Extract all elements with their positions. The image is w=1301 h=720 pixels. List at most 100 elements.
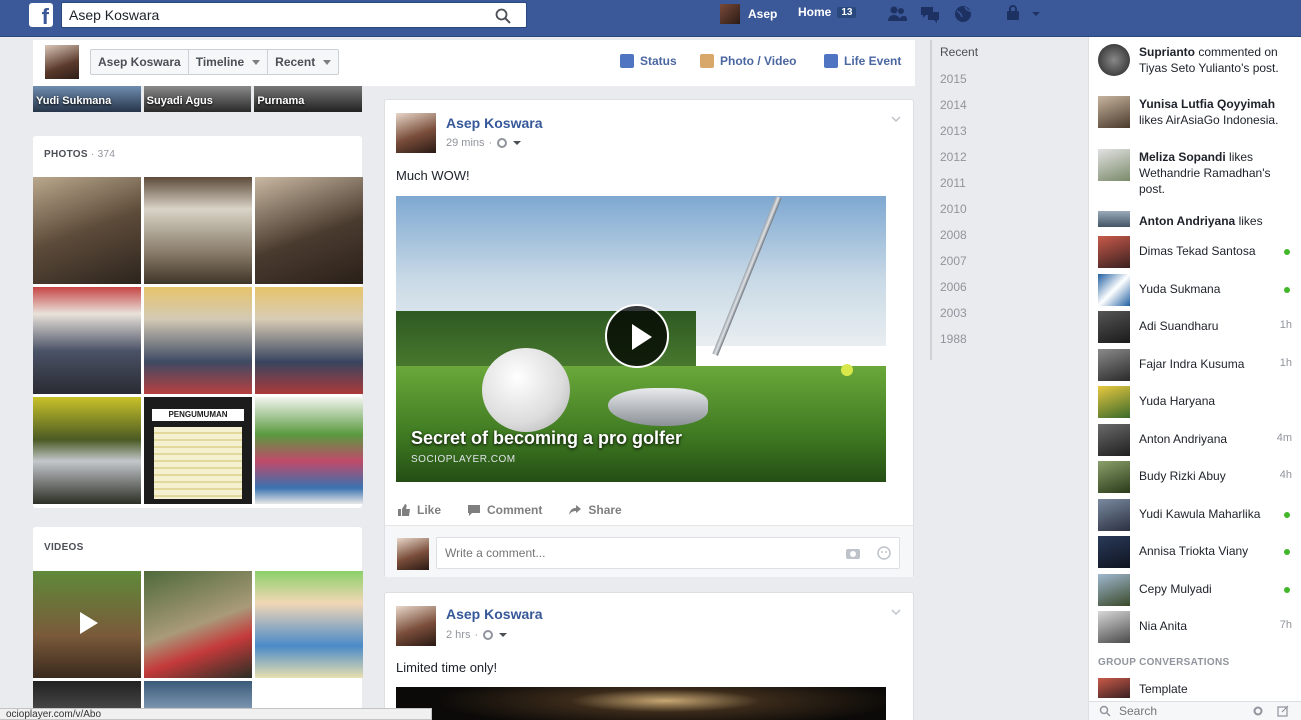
status-composer-button[interactable]: Status xyxy=(620,54,677,68)
post-author-name[interactable]: Asep Koswara xyxy=(446,115,542,131)
account-menu-chevron-icon[interactable] xyxy=(1030,5,1042,23)
camera-icon[interactable] xyxy=(845,546,861,560)
search-input[interactable] xyxy=(62,3,482,27)
chat-contact[interactable]: Budy Rizki Abuy 4h xyxy=(1089,459,1301,495)
profile-name-link[interactable]: Asep Koswara xyxy=(91,50,189,74)
chat-contact[interactable]: Dimas Tekad Santosa xyxy=(1089,234,1301,270)
photo-thumbnail[interactable] xyxy=(255,287,363,394)
friend-tile[interactable]: Purnama xyxy=(254,86,363,112)
chat-contact-name: Yuda Haryana xyxy=(1139,394,1216,408)
post-options-chevron-icon[interactable] xyxy=(891,607,901,617)
year-link[interactable]: 2008 xyxy=(940,228,967,242)
photo-thumbnail[interactable] xyxy=(33,397,141,504)
chat-contact[interactable]: Annisa Triokta Viany xyxy=(1089,534,1301,570)
post-timestamp[interactable]: 29 mins xyxy=(446,137,485,149)
video-title[interactable]: Secret of becoming a pro golfer xyxy=(411,428,682,449)
year-link[interactable]: 2012 xyxy=(940,150,967,164)
search-icon[interactable] xyxy=(494,7,512,25)
ticker-story[interactable]: Anton Andriyana likes xyxy=(1089,209,1301,229)
friend-tile[interactable]: Suyadi Agus xyxy=(143,86,252,112)
post-timestamp[interactable]: 2 hrs xyxy=(446,629,470,641)
videos-panel-title[interactable]: VIDEOS xyxy=(44,542,84,553)
chat-contact[interactable]: Yuda Sukmana xyxy=(1089,272,1301,308)
avatar xyxy=(1098,311,1130,343)
photo-thumbnail[interactable] xyxy=(255,177,363,284)
post-author-avatar[interactable] xyxy=(396,606,436,646)
avatar xyxy=(1098,236,1130,268)
play-button[interactable] xyxy=(605,304,669,368)
group-conversation-name: Template xyxy=(1139,682,1188,696)
online-status-dot xyxy=(1284,512,1290,518)
post-options-chevron-icon[interactable] xyxy=(891,114,901,124)
emoji-icon[interactable] xyxy=(877,546,891,560)
comment-input-box[interactable] xyxy=(436,537,900,569)
recent-dropdown[interactable]: Recent xyxy=(268,50,338,74)
life-event-composer-button[interactable]: Life Event xyxy=(824,54,901,68)
chevron-down-icon[interactable] xyxy=(498,630,508,640)
notifications-globe-icon[interactable] xyxy=(953,5,973,23)
chat-contact[interactable]: Adi Suandharu 1h xyxy=(1089,309,1301,345)
gear-icon[interactable] xyxy=(1252,705,1264,717)
year-link[interactable]: 1988 xyxy=(940,332,967,346)
home-nav-link[interactable]: Home 13 xyxy=(798,5,857,19)
photo-thumbnail[interactable] xyxy=(255,397,363,504)
privacy-gear-icon[interactable] xyxy=(496,137,508,149)
chevron-down-icon[interactable] xyxy=(512,138,522,148)
chat-contact[interactable]: Yuda Haryana xyxy=(1089,384,1301,420)
chat-search-bar xyxy=(1089,701,1301,720)
chat-contact[interactable]: Yudi Kawula Maharlika xyxy=(1089,497,1301,533)
year-link[interactable]: 2007 xyxy=(940,254,967,268)
post-text: Limited time only! xyxy=(396,660,498,675)
ticker-story[interactable]: Yunisa Lutfia Qoyyimah likes AirAsiaGo I… xyxy=(1089,92,1301,132)
photos-panel-title[interactable]: PHOTOS · 374 xyxy=(44,149,115,160)
video-thumbnail[interactable] xyxy=(33,571,141,678)
year-link[interactable]: 2014 xyxy=(940,98,967,112)
post-author-name[interactable]: Asep Koswara xyxy=(446,606,542,622)
year-link[interactable]: 2003 xyxy=(940,306,967,320)
comment-button[interactable]: Comment xyxy=(467,498,542,522)
profile-avatar[interactable] xyxy=(45,45,79,79)
year-link-recent[interactable]: Recent xyxy=(940,45,978,59)
post-image-fireworks[interactable] xyxy=(396,687,886,720)
photo-thumbnail[interactable] xyxy=(33,287,141,394)
photo-thumbnail[interactable] xyxy=(144,177,252,284)
photo-video-composer-button[interactable]: Photo / Video xyxy=(700,54,796,68)
chat-contact[interactable]: Fajar Indra Kusuma 1h xyxy=(1089,347,1301,383)
chat-contact[interactable]: Anton Andriyana 4m xyxy=(1089,422,1301,458)
friend-name: Yudi Sukmana xyxy=(36,95,112,107)
chat-contact[interactable]: Nia Anita 7h xyxy=(1089,609,1301,645)
ticker-story[interactable]: Suprianto commented on Tiyas Seto Yulian… xyxy=(1089,40,1301,80)
ticker-story[interactable]: Meliza Sopandi likes Wethandrie Ramadhan… xyxy=(1089,145,1301,201)
profile-nav-link[interactable]: Asep xyxy=(720,3,777,25)
comment-input[interactable] xyxy=(437,538,817,568)
group-conversation[interactable]: Template xyxy=(1089,674,1301,700)
video-player[interactable]: Secret of becoming a pro golfer SOCIOPLA… xyxy=(396,196,886,482)
photo-thumbnail[interactable] xyxy=(33,177,141,284)
year-link[interactable]: 2013 xyxy=(940,124,967,138)
chat-contact[interactable]: Cepy Mulyadi xyxy=(1089,572,1301,608)
year-link[interactable]: 2010 xyxy=(940,202,967,216)
year-link[interactable]: 2015 xyxy=(940,72,967,86)
video-thumbnail[interactable] xyxy=(255,571,363,678)
video-thumbnail[interactable] xyxy=(144,571,252,678)
facebook-logo[interactable]: f xyxy=(29,3,53,27)
friend-name: Purnama xyxy=(257,95,305,107)
timeline-dropdown[interactable]: Timeline xyxy=(189,50,269,74)
friend-tile[interactable]: Yudi Sukmana xyxy=(33,86,141,112)
photo-thumbnail[interactable]: PENGUMUMAN xyxy=(144,397,252,504)
year-link[interactable]: 2006 xyxy=(940,280,967,294)
privacy-shortcuts-icon[interactable] xyxy=(1004,5,1024,23)
year-link[interactable]: 2011 xyxy=(940,176,966,190)
last-active-time: 7h xyxy=(1279,619,1292,631)
search-box[interactable] xyxy=(61,2,527,28)
privacy-gear-icon[interactable] xyxy=(482,629,494,641)
friend-requests-icon[interactable] xyxy=(887,5,907,23)
videos-panel: VIDEOS xyxy=(33,527,363,720)
life-event-label: Life Event xyxy=(844,54,902,68)
photo-thumbnail[interactable] xyxy=(144,287,252,394)
post-author-avatar[interactable] xyxy=(396,113,436,153)
messages-icon[interactable] xyxy=(920,5,940,23)
new-message-icon[interactable] xyxy=(1277,705,1289,717)
share-button[interactable]: Share xyxy=(568,498,622,522)
like-button[interactable]: Like xyxy=(397,498,441,522)
